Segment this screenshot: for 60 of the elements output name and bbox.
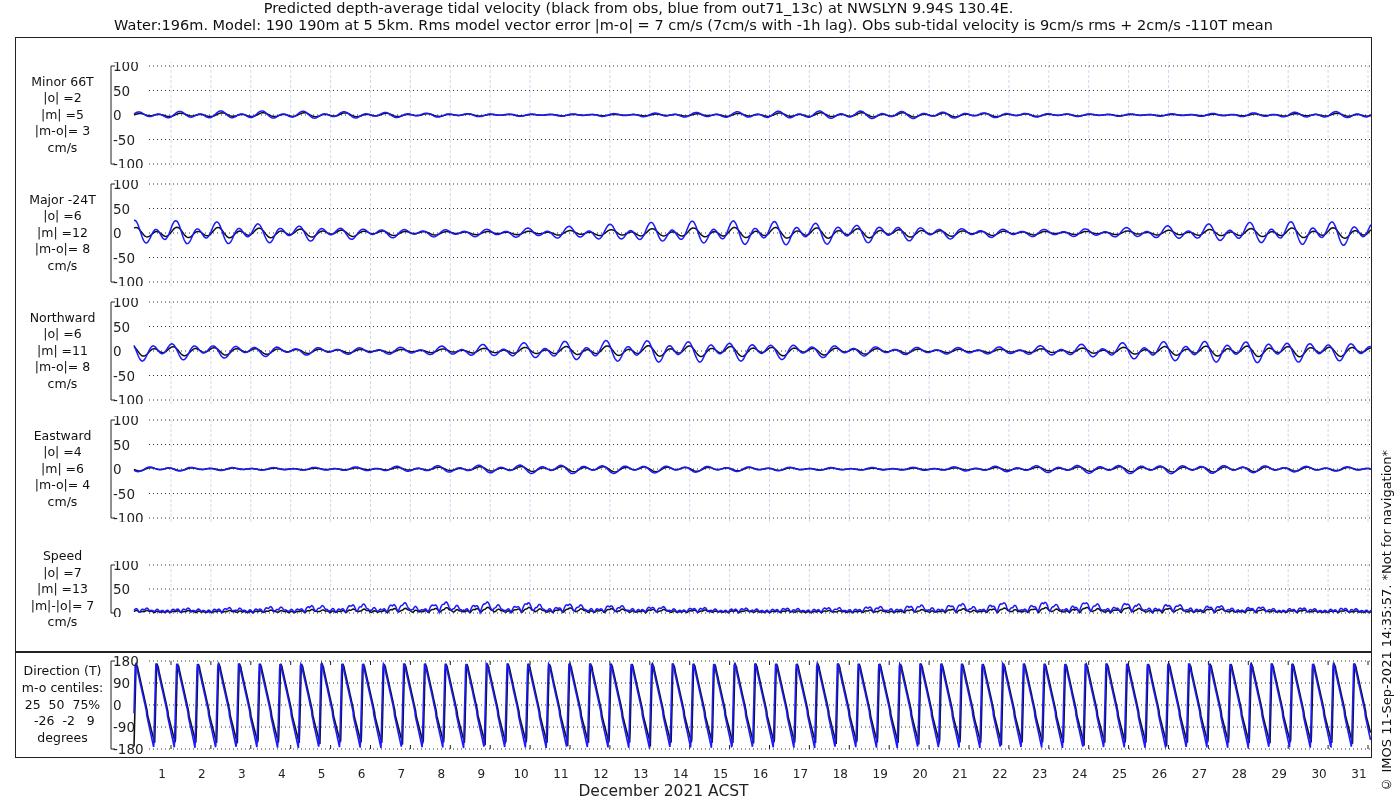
axis-tick-label: -50 — [113, 367, 136, 384]
axis-tick-label: 50 — [113, 200, 131, 217]
chart-subtitle: Water:196m. Model: 190 190m at 5 5km. Rms model vector error |m-o| = 7 cm/s (7cm/s with -1h lag). Obs sub-tidal velocity is 9cm/s rms + 2cm/s -110T mean — [113, 17, 1274, 34]
day-tick-label: 25 — [1111, 766, 1128, 781]
day-tick-label: 24 — [1072, 766, 1088, 781]
day-tick-label: 3 — [238, 766, 246, 781]
panel-label: Minor 66T |o| =2 |m| =5 |m-o|= 3 cm/s — [31, 73, 94, 157]
day-tick-label: 10 — [513, 766, 529, 781]
day-tick-label: 12 — [593, 766, 609, 781]
day-tick-label: 14 — [673, 766, 689, 781]
day-tick-label: 2 — [198, 766, 206, 781]
y-axis — [110, 565, 116, 614]
axis-tick-label: 50 — [113, 82, 131, 99]
panel-label: Northward |o| =6 |m| =11 |m-o|= 8 cm/s — [29, 309, 96, 393]
axis-tick-label: 0 — [113, 343, 122, 359]
panel-label: Speed |o| =7 |m| =13 |m|-|o|= 7 cm/s — [30, 548, 95, 631]
axis-tick-label: 50 — [113, 318, 131, 335]
axis-tick-label: -90 — [113, 718, 136, 735]
day-tick-label: 13 — [633, 766, 649, 781]
day-tick-label: 18 — [832, 766, 848, 781]
panel-label: Eastward |o| =4 |m| =6 |m-o|= 4 cm/s — [33, 427, 92, 511]
day-tick-label: 21 — [952, 766, 968, 781]
axis-tick-label: 50 — [113, 436, 131, 453]
panel-label: Major -24T |o| =6 |m| =12 |m-o|= 8 cm/s — [29, 191, 96, 275]
day-tick-label: 4 — [277, 766, 286, 781]
day-tick-label: 27 — [1191, 766, 1208, 781]
axis-tick-label: 0 — [113, 225, 122, 241]
day-tick-label: 29 — [1271, 766, 1287, 781]
axis-tick-label: 180 — [113, 655, 139, 669]
day-tick-label: 22 — [992, 766, 1008, 781]
day-tick-label: 7 — [397, 766, 406, 781]
day-tick-label: 31 — [1351, 766, 1367, 781]
axis-tick-label: -50 — [113, 485, 136, 502]
axis-tick-label: -50 — [113, 131, 136, 148]
day-tick-label: 9 — [477, 766, 485, 781]
axis-tick-label: -180 — [113, 740, 144, 754]
day-tick-label: 1 — [158, 766, 166, 781]
axis-tick-label: 50 — [113, 581, 131, 598]
day-tick-label: 17 — [792, 766, 809, 781]
day-tick-label: 30 — [1311, 766, 1327, 781]
day-tick-label: 6 — [357, 766, 366, 781]
day-tick-label: 11 — [553, 766, 569, 781]
axis-tick-label: -50 — [113, 249, 136, 266]
axis-tick-label: 0 — [113, 696, 122, 713]
chart-title: Predicted depth-average tidal velocity (black from obs, blue from out71_13c) at NWSLYN 9.94S 130.4E. — [262, 0, 1015, 17]
day-tick-label: 19 — [872, 766, 888, 781]
credit-text: © IMOS 11-Sep-2021 14:35:57. *Not for navigation* — [1378, 450, 1394, 792]
day-tick-label: 8 — [437, 766, 446, 781]
axis-tick-label: 90 — [113, 674, 131, 691]
axis-tick-label: 0 — [113, 107, 122, 123]
day-tick-label: 20 — [912, 766, 928, 781]
day-tick-label: 5 — [317, 766, 326, 781]
day-tick-label: 23 — [1032, 766, 1048, 781]
x-axis-label: December 2021 ACST — [577, 781, 750, 800]
day-tick-label: 16 — [752, 766, 769, 781]
day-tick-label: 26 — [1151, 766, 1168, 781]
axis-tick-label: 0 — [113, 461, 122, 477]
day-tick-label: 28 — [1231, 766, 1247, 781]
day-tick-label: 15 — [712, 766, 729, 781]
panel-label: Direction (T) m-o centiles: 25 50 75% -26 -2 9 degrees — [21, 663, 104, 747]
